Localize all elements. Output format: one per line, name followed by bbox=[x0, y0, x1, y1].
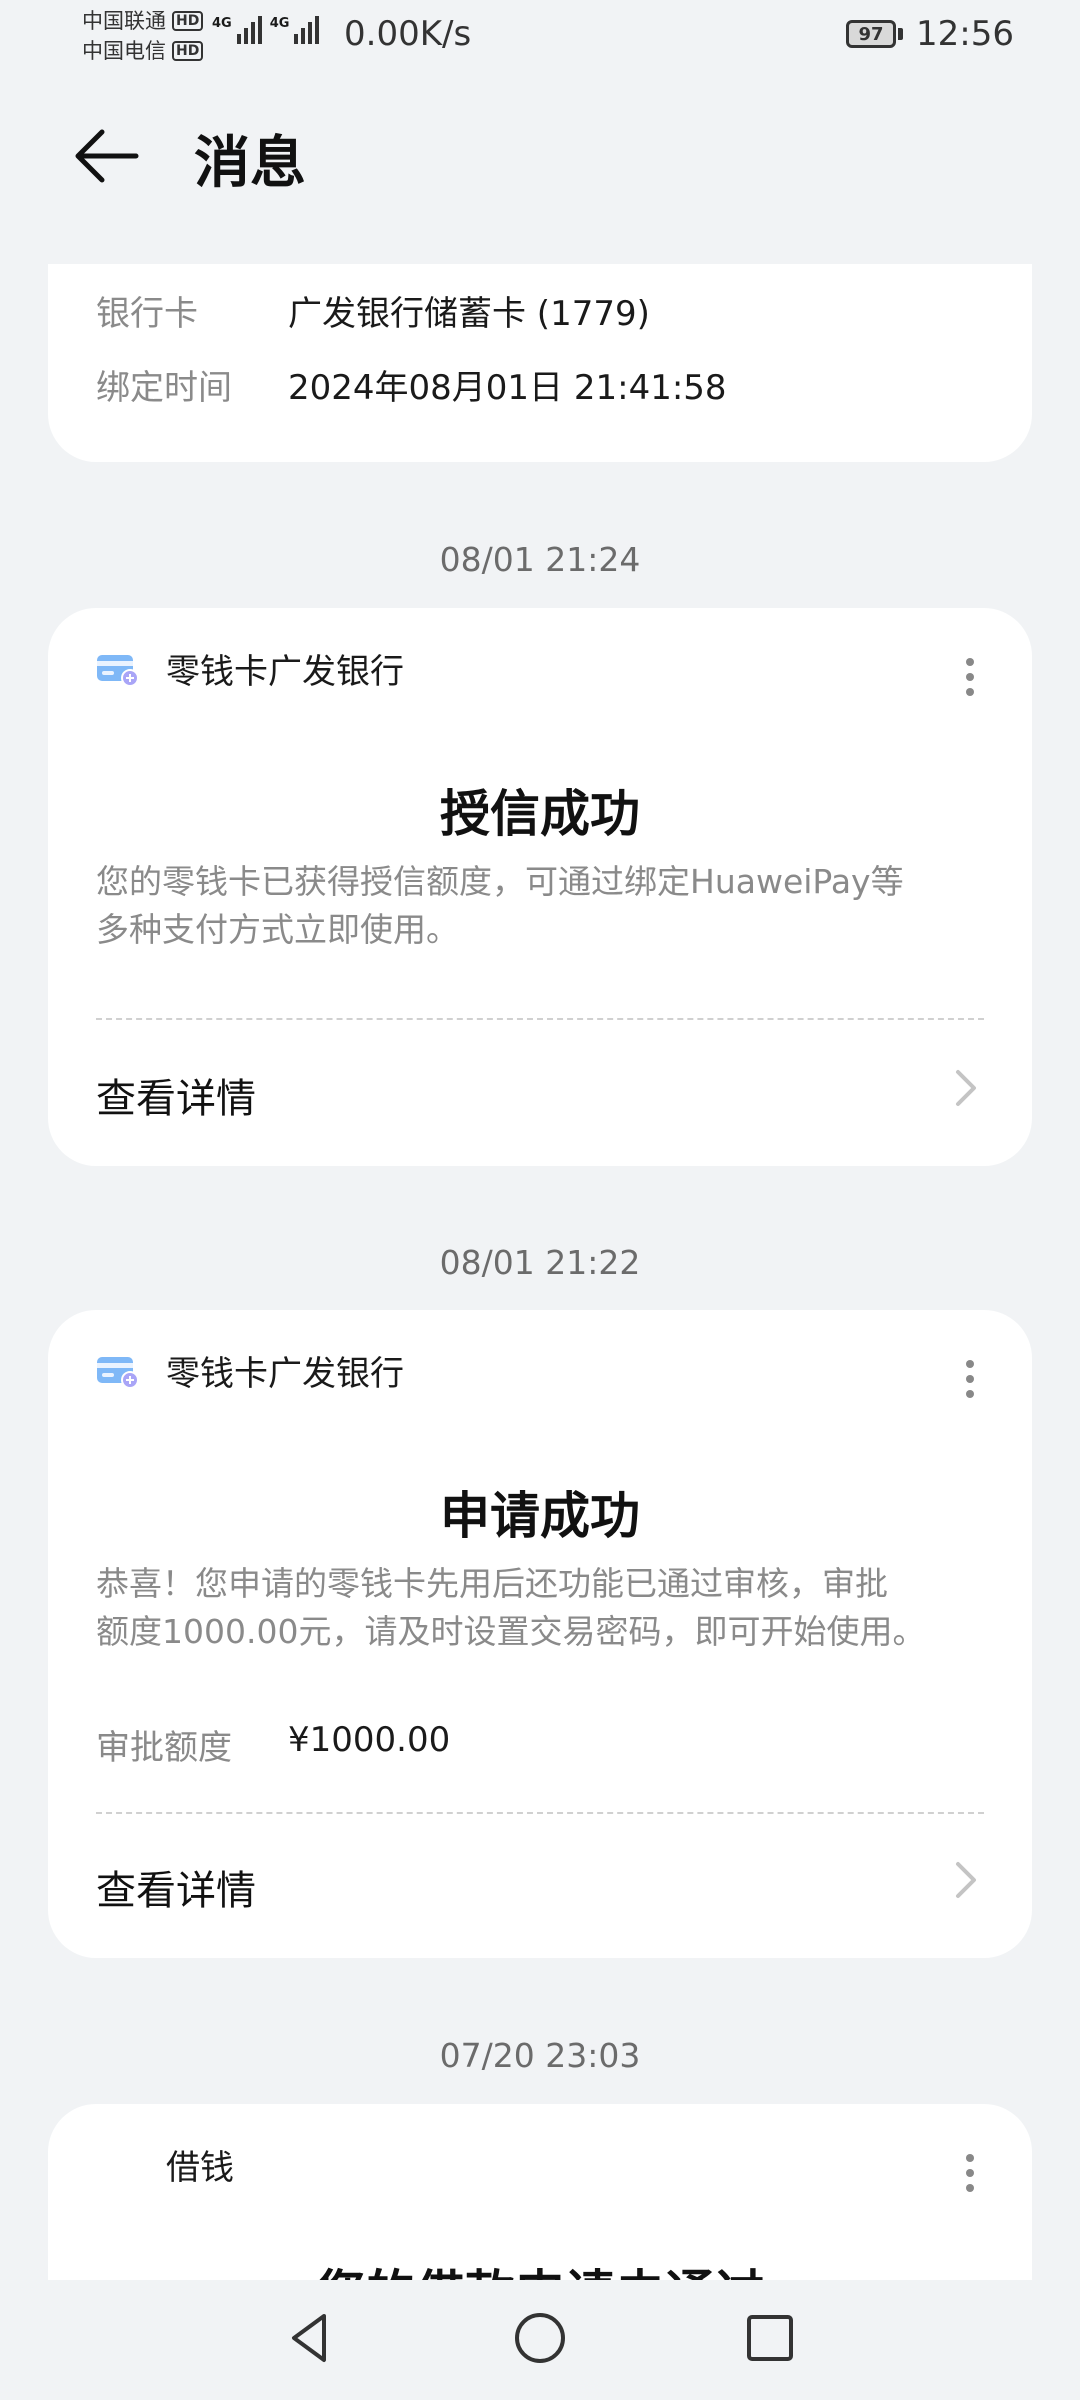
hd-badge: HD bbox=[172, 41, 204, 61]
message-title: 您的借款申请未通过 bbox=[48, 2254, 1032, 2280]
bank-card-value: 广发银行储蓄卡 (1779) bbox=[288, 294, 650, 334]
card-icon bbox=[97, 654, 139, 686]
battery-icon: 97 bbox=[846, 20, 896, 48]
message-description-line: 恭喜！您申请的零钱卡先用后还功能已通过审核，审批 bbox=[96, 1564, 888, 1603]
message-source: 借钱 bbox=[166, 2148, 234, 2188]
chevron-right-icon[interactable] bbox=[950, 1860, 980, 1900]
clock: 12:56 bbox=[916, 14, 1014, 54]
message-description-line: 您的零钱卡已获得授信额度，可通过绑定HuaweiPay等 bbox=[96, 862, 904, 901]
chevron-right-icon[interactable] bbox=[950, 1068, 980, 1108]
home-circle-icon[interactable] bbox=[510, 2308, 570, 2368]
approved-amount-value: ¥1000.00 bbox=[288, 1720, 451, 1760]
view-details-link[interactable]: 查看详情 bbox=[96, 1066, 256, 1124]
hd-badge: HD bbox=[172, 11, 204, 31]
message-card-credit: 零钱卡广发银行 授信成功 您的零钱卡已获得授信额度，可通过绑定HuaweiPay… bbox=[48, 608, 1032, 1166]
message-source: 零钱卡广发银行 bbox=[166, 652, 404, 692]
bank-card-label: 银行卡 bbox=[96, 294, 198, 334]
status-bar: 中国联通 HD 中国电信 HD 4G 4G 0.00K/s 97 12:56 bbox=[0, 0, 1080, 72]
network-type: 4G bbox=[269, 16, 290, 31]
message-timestamp: 07/20 23:03 bbox=[439, 2036, 641, 2075]
message-description-line: 额度1000.00元，请及时设置交易密码，即可开始使用。 bbox=[96, 1612, 926, 1651]
divider bbox=[96, 1812, 984, 1814]
more-options-icon[interactable] bbox=[964, 658, 976, 696]
carrier-1: 中国联通 bbox=[82, 9, 166, 33]
signal-icon: 4G 4G bbox=[212, 16, 320, 44]
message-description-line: 多种支付方式立即使用。 bbox=[96, 910, 459, 949]
carrier-2: 中国电信 bbox=[82, 39, 166, 63]
battery-tip bbox=[898, 28, 903, 40]
approved-amount-label: 审批额度 bbox=[96, 1728, 232, 1768]
message-card-application: 零钱卡广发银行 申请成功 恭喜！您申请的零钱卡先用后还功能已通过审核，审批 额度… bbox=[48, 1310, 1032, 1958]
message-timestamp: 08/01 21:22 bbox=[439, 1243, 641, 1282]
message-description: 您的零钱卡已获得授信额度，可通过绑定HuaweiPay等 多种支付方式立即使用。 bbox=[96, 858, 996, 954]
divider bbox=[96, 1018, 984, 1020]
back-button[interactable] bbox=[70, 120, 150, 192]
message-title: 申请成功 bbox=[440, 1487, 640, 1545]
more-options-icon[interactable] bbox=[964, 2154, 976, 2192]
carrier-info: 中国联通 HD 中国电信 HD bbox=[82, 6, 204, 66]
battery-level: 97 bbox=[858, 23, 884, 45]
bind-time-label: 绑定时间 bbox=[96, 368, 232, 408]
recents-square-icon[interactable] bbox=[740, 2308, 800, 2368]
navigation-bar bbox=[0, 2280, 1080, 2400]
more-options-icon[interactable] bbox=[964, 1360, 976, 1398]
message-card-loan: 借钱 您的借款申请未通过 bbox=[48, 2104, 1032, 2280]
view-details-link[interactable]: 查看详情 bbox=[96, 1858, 256, 1916]
message-source: 零钱卡广发银行 bbox=[166, 1354, 404, 1394]
message-timestamp: 08/01 21:24 bbox=[439, 540, 641, 579]
bind-time-value: 2024年08月01日 21:41:58 bbox=[288, 368, 727, 408]
message-title: 授信成功 bbox=[440, 785, 640, 843]
card-icon bbox=[97, 1356, 139, 1388]
back-triangle-icon[interactable] bbox=[280, 2308, 340, 2368]
bind-info-card: 银行卡 广发银行储蓄卡 (1779) 绑定时间 2024年08月01日 21:4… bbox=[48, 264, 1032, 462]
page-title: 消息 bbox=[194, 131, 306, 196]
message-description: 恭喜！您申请的零钱卡先用后还功能已通过审核，审批 额度1000.00元，请及时设… bbox=[96, 1560, 996, 1656]
network-speed: 0.00K/s bbox=[344, 14, 472, 54]
network-type: 4G bbox=[212, 16, 232, 31]
back-arrow-icon bbox=[75, 129, 139, 183]
